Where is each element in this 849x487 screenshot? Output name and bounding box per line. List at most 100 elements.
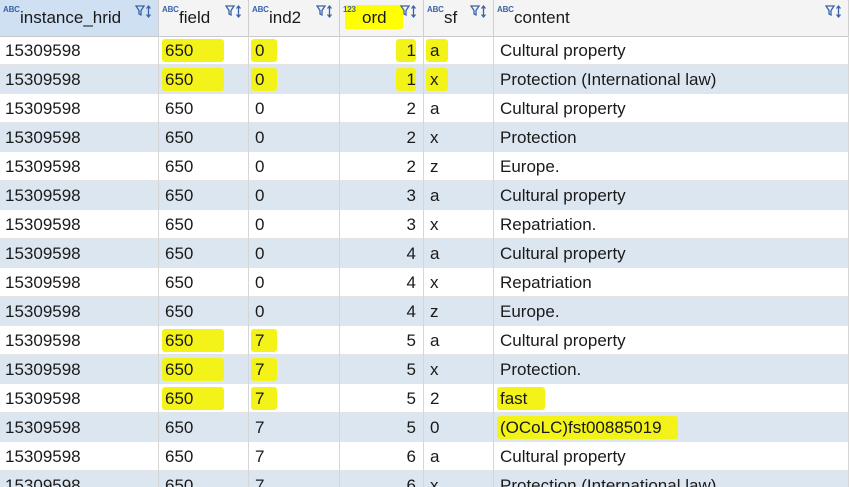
table-row[interactable]: 15309598 650 0 4 x Repatriation [0,268,849,297]
cell-content[interactable]: Protection. [494,355,849,384]
results-grid[interactable]: ABC instance_hrid ABC field ABC ind2 123 ord ABC… [0,0,849,487]
cell-field[interactable]: 650 [159,297,249,326]
cell-ord[interactable]: 6 [340,442,424,471]
table-row[interactable]: 15309598 650 0 4 a Cultural property [0,239,849,268]
column-header-field[interactable]: ABC field [159,0,249,36]
cell-ord[interactable]: 2 [340,152,424,181]
cell-ind2[interactable]: 0 [249,297,340,326]
filter-sort-icon[interactable] [824,4,845,20]
column-header-ind2[interactable]: ABC ind2 [249,0,340,36]
cell-ord[interactable]: 4 [340,297,424,326]
cell-content[interactable]: Repatriation [494,268,849,297]
cell-ind2[interactable]: 7 [249,384,340,413]
cell-field[interactable]: 650 [159,268,249,297]
cell-instance-hrid[interactable]: 15309598 [0,36,159,65]
cell-instance-hrid[interactable]: 15309598 [0,326,159,355]
cell-ord[interactable]: 5 [340,326,424,355]
filter-sort-icon[interactable] [315,4,336,20]
cell-ind2[interactable]: 0 [249,65,340,94]
cell-ord[interactable]: 3 [340,210,424,239]
table-row[interactable]: 15309598 650 0 1 a Cultural property [0,36,849,65]
cell-ind2[interactable]: 7 [249,326,340,355]
cell-sf[interactable]: a [424,36,494,65]
cell-instance-hrid[interactable]: 15309598 [0,65,159,94]
cell-sf[interactable]: a [424,181,494,210]
cell-ind2[interactable]: 0 [249,210,340,239]
cell-content[interactable]: Repatriation. [494,210,849,239]
cell-ind2[interactable]: 0 [249,181,340,210]
cell-sf[interactable]: z [424,297,494,326]
cell-content[interactable]: Cultural property [494,94,849,123]
cell-ind2[interactable]: 0 [249,152,340,181]
cell-sf[interactable]: x [424,355,494,384]
table-row[interactable]: 15309598 650 7 5 0 (OCoLC)fst00885019 [0,413,849,442]
cell-field[interactable]: 650 [159,181,249,210]
cell-field[interactable]: 650 [159,326,249,355]
cell-instance-hrid[interactable]: 15309598 [0,152,159,181]
cell-field[interactable]: 650 [159,239,249,268]
cell-field[interactable]: 650 [159,355,249,384]
cell-instance-hrid[interactable]: 15309598 [0,442,159,471]
cell-content[interactable]: Protection (International law) [494,65,849,94]
table-row[interactable]: 15309598 650 0 2 a Cultural property [0,94,849,123]
cell-sf[interactable]: 0 [424,413,494,442]
cell-sf[interactable]: x [424,471,494,487]
cell-sf[interactable]: a [424,94,494,123]
table-row[interactable]: 15309598 650 7 5 a Cultural property [0,326,849,355]
column-header-content[interactable]: ABC content [494,0,849,36]
cell-field[interactable]: 650 [159,36,249,65]
cell-ind2[interactable]: 7 [249,471,340,487]
cell-instance-hrid[interactable]: 15309598 [0,384,159,413]
table-row[interactable]: 15309598 650 0 2 x Protection [0,123,849,152]
cell-ord[interactable]: 1 [340,65,424,94]
cell-ord[interactable]: 4 [340,239,424,268]
cell-field[interactable]: 650 [159,413,249,442]
table-row[interactable]: 15309598 650 7 5 x Protection. [0,355,849,384]
cell-ind2[interactable]: 0 [249,123,340,152]
cell-ord[interactable]: 1 [340,36,424,65]
cell-content[interactable]: fast [494,384,849,413]
filter-sort-icon[interactable] [134,4,155,20]
cell-ord[interactable]: 3 [340,181,424,210]
cell-content[interactable]: Cultural property [494,326,849,355]
cell-instance-hrid[interactable]: 15309598 [0,94,159,123]
cell-instance-hrid[interactable]: 15309598 [0,355,159,384]
column-header-instance-hrid[interactable]: ABC instance_hrid [0,0,159,36]
cell-content[interactable]: Cultural property [494,239,849,268]
cell-instance-hrid[interactable]: 15309598 [0,210,159,239]
cell-field[interactable]: 650 [159,123,249,152]
cell-instance-hrid[interactable]: 15309598 [0,471,159,487]
cell-content[interactable]: Europe. [494,297,849,326]
cell-sf[interactable]: x [424,65,494,94]
cell-content[interactable]: Cultural property [494,181,849,210]
table-row[interactable]: 15309598 650 7 6 a Cultural property [0,442,849,471]
table-row[interactable]: 15309598 650 0 2 z Europe. [0,152,849,181]
cell-ind2[interactable]: 7 [249,413,340,442]
cell-sf[interactable]: x [424,210,494,239]
cell-sf[interactable]: x [424,268,494,297]
cell-field[interactable]: 650 [159,471,249,487]
table-row[interactable]: 15309598 650 0 1 x Protection (International … [0,65,849,94]
column-header-ord[interactable]: 123 ord [340,0,424,36]
cell-content[interactable]: Protection [494,123,849,152]
table-row[interactable]: 15309598 650 7 5 2 fast [0,384,849,413]
filter-sort-icon[interactable] [224,4,245,20]
cell-ord[interactable]: 2 [340,123,424,152]
filter-sort-icon[interactable] [399,4,420,20]
cell-content[interactable]: Protection (International law) [494,471,849,487]
cell-field[interactable]: 650 [159,384,249,413]
cell-ord[interactable]: 5 [340,384,424,413]
cell-sf[interactable]: a [424,442,494,471]
cell-field[interactable]: 650 [159,210,249,239]
cell-ind2[interactable]: 7 [249,442,340,471]
cell-instance-hrid[interactable]: 15309598 [0,181,159,210]
cell-ord[interactable]: 5 [340,355,424,384]
cell-instance-hrid[interactable]: 15309598 [0,297,159,326]
cell-ord[interactable]: 4 [340,268,424,297]
cell-ind2[interactable]: 0 [249,239,340,268]
cell-sf[interactable]: 2 [424,384,494,413]
cell-instance-hrid[interactable]: 15309598 [0,268,159,297]
table-row[interactable]: 15309598 650 7 6 x Protection (International … [0,471,849,487]
cell-sf[interactable]: x [424,123,494,152]
cell-content[interactable]: Cultural property [494,36,849,65]
